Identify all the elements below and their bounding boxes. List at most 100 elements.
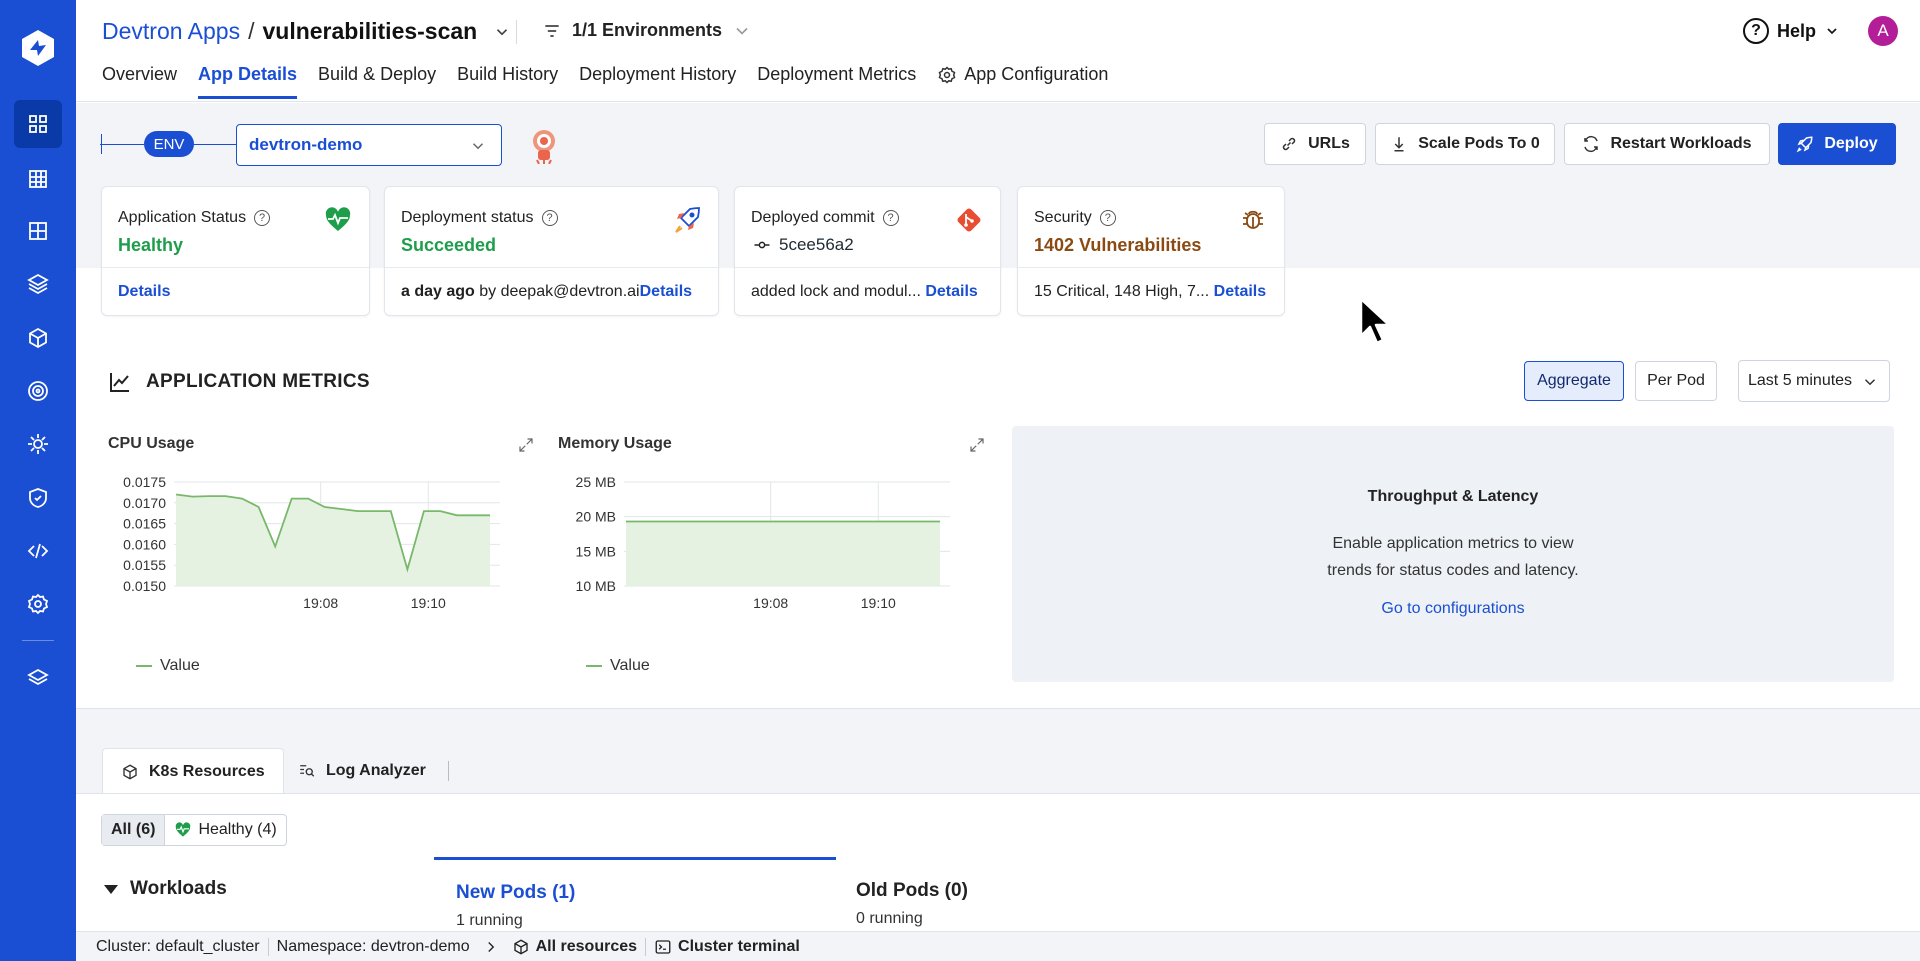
aggregate-toggle[interactable]: Aggregate [1524, 361, 1624, 401]
tab-deployment-metrics[interactable]: Deployment Metrics [757, 64, 916, 99]
urls-button[interactable]: URLs [1264, 123, 1366, 165]
header-divider [516, 20, 517, 44]
card-title: Deployed commit ? [751, 209, 899, 227]
chevron-down-icon[interactable] [493, 23, 511, 41]
application-metrics-label: APPLICATION METRICS [146, 371, 370, 392]
bug-icon [1243, 210, 1263, 229]
new-pods-tab[interactable]: New Pods (1) 1 running [434, 857, 836, 929]
y-tick-label: 15 MB [576, 543, 616, 559]
new-pods-subtitle: 1 running [456, 912, 523, 929]
expand-icon[interactable] [968, 436, 986, 454]
card-footer: a day ago by deepak@devtron.aiDetails [401, 283, 702, 301]
help-menu[interactable]: ? Help [1742, 18, 1840, 44]
cluster-terminal-link[interactable]: Cluster terminal [646, 938, 808, 956]
y-tick-label: 0.0175 [123, 474, 166, 490]
environment-select[interactable]: devtron-demo [236, 124, 502, 166]
tab-build-deploy[interactable]: Build & Deploy [318, 64, 436, 99]
app-tabs: Overview App Details Build & Deploy Buil… [102, 64, 1108, 99]
application-status-details-link[interactable]: Details [118, 283, 170, 300]
commit-details-link[interactable]: Details [925, 283, 977, 300]
commit-hash-value: 5cee56a2 [779, 235, 854, 254]
info-icon[interactable]: ? [541, 210, 558, 226]
breadcrumb-org[interactable]: Devtron Apps [102, 18, 240, 45]
go-to-configurations-link[interactable]: Go to configurations [1012, 600, 1894, 618]
tab-overview[interactable]: Overview [102, 64, 177, 99]
x-tick-label: 19:08 [753, 595, 788, 611]
security-icon[interactable] [14, 474, 62, 522]
workloads-section-toggle[interactable]: Workloads [104, 878, 227, 900]
tab-k8s-resources[interactable]: K8s Resources [102, 748, 284, 794]
card-footer: added lock and modul... Details [751, 283, 984, 301]
tab-app-configuration[interactable]: App Configuration [937, 64, 1108, 99]
time-range-select[interactable]: Last 5 minutes [1738, 360, 1890, 402]
security-details-link[interactable]: Details [1214, 283, 1266, 300]
cluster-footer: Cluster: default_cluster Namespace: devt… [76, 931, 1920, 961]
chevron-down-icon [1827, 28, 1837, 35]
resource-browser-icon[interactable] [14, 207, 62, 255]
left-nav-rail [0, 0, 76, 961]
cpu-usage-chart: 0.0175 0.0170 0.0165 0.0160 0.0155 0.0150 19:0… [123, 474, 500, 611]
card-divider [735, 267, 1000, 268]
info-icon[interactable]: ? [254, 210, 271, 226]
filter-healthy[interactable]: Healthy (4) [165, 815, 285, 845]
avatar[interactable]: A [1868, 16, 1898, 46]
chevron-right-icon [487, 941, 494, 952]
info-icon[interactable]: ? [882, 210, 899, 226]
tab-build-history[interactable]: Build History [457, 64, 558, 99]
throughput-description: Enable application metrics to view trend… [1012, 530, 1894, 584]
help-label: Help [1776, 20, 1816, 41]
per-pod-toggle[interactable]: Per Pod [1635, 361, 1717, 401]
cluster-terminal-label: Cluster terminal [678, 937, 800, 955]
bulk-edit-icon[interactable] [14, 420, 62, 468]
app-groups-icon[interactable] [14, 155, 62, 203]
old-pods-subtitle: 0 running [856, 910, 923, 927]
devtron-logo[interactable] [18, 28, 58, 68]
cubes-icon [513, 938, 528, 955]
card-footer: 15 Critical, 148 High, 7... Details [1034, 283, 1268, 301]
y-tick-label: 0.0165 [123, 516, 166, 532]
x-tick-label: 19:08 [303, 595, 338, 611]
old-pods-tab[interactable]: Old Pods (0) [856, 880, 968, 902]
vulnerability-count: 1402 Vulnerabilities [1034, 235, 1202, 255]
apps-icon[interactable] [14, 100, 62, 148]
restart-workloads-button[interactable]: Restart Workloads [1564, 123, 1770, 165]
expand-icon[interactable] [517, 436, 535, 454]
chevron-down-icon [736, 27, 748, 35]
code-icon[interactable] [14, 527, 62, 575]
heart-pulse-icon [325, 207, 351, 231]
tab-log-analyzer[interactable]: Log Analyzer [280, 748, 467, 794]
application-metrics-title: APPLICATION METRICS [108, 370, 370, 394]
filter-all[interactable]: All (6) [102, 815, 166, 845]
settings-icon[interactable] [14, 580, 62, 628]
card-title-text: Deployed commit [751, 209, 875, 226]
deploy-label: Deploy [1824, 135, 1878, 152]
commit-hash[interactable]: 5cee56a2 [751, 235, 854, 255]
tab-app-details[interactable]: App Details [198, 64, 298, 99]
breadcrumb-separator: / [248, 18, 255, 44]
mouse-pointer-icon [1359, 297, 1391, 345]
app-name[interactable]: vulnerabilities-scan [262, 18, 477, 45]
y-tick-label: 0.0170 [123, 495, 166, 511]
y-tick-label: 0.0155 [123, 557, 166, 573]
security-card: Security ? 1402 Vulnerabilities 15 Criti… [1017, 186, 1285, 316]
environment-filter[interactable]: 1/1 Environments [542, 20, 752, 41]
charts-icon[interactable] [14, 260, 62, 308]
deployed-by: by deepak@devtron.ai [474, 283, 640, 300]
deploy-button[interactable]: Deploy [1778, 123, 1896, 165]
deployment-icon[interactable] [14, 367, 62, 415]
link-icon [1282, 137, 1296, 151]
info-icon[interactable]: ? [1099, 210, 1116, 226]
scale-pods-button[interactable]: Scale Pods To 0 [1375, 123, 1555, 165]
all-resources-link[interactable]: All resources [504, 938, 645, 956]
deployment-status-details-link[interactable]: Details [640, 283, 692, 300]
all-resources-label: All resources [535, 937, 638, 955]
deployed-commit-card: Deployed commit ? 5cee56a2 added lock an… [734, 186, 1001, 316]
log-search-icon [300, 765, 315, 777]
stack-icon[interactable] [14, 654, 62, 702]
cube-icon[interactable] [14, 314, 62, 362]
rocket-icon [1796, 136, 1813, 153]
tab-deployment-history[interactable]: Deployment History [579, 64, 736, 99]
card-title: Security ? [1034, 209, 1116, 227]
tabs-underline [76, 793, 1920, 794]
footer-cluster: Cluster: default_cluster [96, 937, 260, 955]
